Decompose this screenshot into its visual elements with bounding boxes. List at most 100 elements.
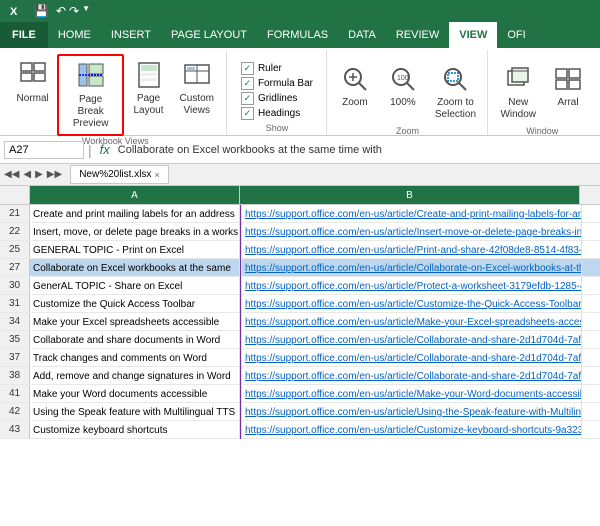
workbook-views-group: Normal Page BreakPreview (4, 50, 227, 135)
undo-icon[interactable]: ↶ (56, 4, 66, 18)
zoom-to-selection-button[interactable]: Zoom toSelection (428, 58, 483, 126)
tab-data[interactable]: DATA (338, 22, 386, 48)
new-window-icon (502, 63, 534, 95)
zoom-button[interactable]: Zoom (332, 58, 378, 126)
tab-home[interactable]: HOME (48, 22, 101, 48)
cell-b[interactable]: https://support.office.com/en-us/article… (242, 403, 582, 421)
cell-a[interactable]: GENERAL TOPIC - Print on Excel (30, 241, 240, 259)
col-header-b[interactable]: B (240, 186, 580, 204)
headings-checkbox[interactable] (241, 107, 254, 120)
formula-separator: | (88, 142, 92, 158)
cell-b[interactable]: https://support.office.com/en-us/article… (242, 205, 582, 223)
cell-b[interactable]: https://support.office.com/en-us/article… (242, 259, 582, 277)
zoom-label: Zoom (342, 97, 368, 109)
table-row[interactable]: 22Insert, move, or delete page breaks in… (0, 223, 600, 241)
table-row[interactable]: 35Collaborate and share documents in Wor… (0, 331, 600, 349)
zoom-to-selection-label: Zoom toSelection (435, 97, 476, 121)
row-number: 27 (0, 259, 30, 276)
cell-a[interactable]: Make your Excel spreadsheets accessible (30, 313, 240, 331)
table-row[interactable]: 37Track changes and comments on Wordhttp… (0, 349, 600, 367)
cell-a[interactable]: Insert, move, or delete page breaks in a… (30, 223, 240, 241)
table-row[interactable]: 38Add, remove and change signatures in W… (0, 367, 600, 385)
window-group: NewWindow Arral Window (488, 50, 596, 135)
cell-b[interactable]: https://support.office.com/en-us/article… (242, 313, 582, 331)
zoom-group: Zoom 100 100% (327, 50, 488, 135)
sheet-nav-first[interactable]: ◀◀ (4, 169, 19, 180)
table-row[interactable]: 27Collaborate on Excel workbooks at the … (0, 259, 600, 277)
formula-bar-checkbox-row[interactable]: Formula Bar (241, 77, 313, 90)
table-row[interactable]: 25GENERAL TOPIC - Print on Excelhttps://… (0, 241, 600, 259)
headings-checkbox-row[interactable]: Headings (241, 107, 313, 120)
page-break-preview-button[interactable]: Page BreakPreview (57, 54, 124, 136)
sheet-tab-close[interactable]: × (154, 170, 159, 180)
custom-views-icon (181, 59, 213, 91)
cell-a[interactable]: Create and print mailing labels for an a… (30, 205, 240, 223)
row-number: 42 (0, 403, 30, 420)
zoom-buttons: Zoom 100 100% (332, 54, 483, 126)
col-header-a[interactable]: A (30, 186, 240, 204)
cell-b[interactable]: https://support.office.com/en-us/article… (242, 349, 582, 367)
cell-a[interactable]: Add, remove and change signatures in Wor… (30, 367, 240, 385)
tab-formulas[interactable]: FORMULAS (257, 22, 338, 48)
formula-input[interactable] (118, 144, 596, 156)
sheet-nav-last[interactable]: ▶▶ (47, 169, 62, 180)
cell-b[interactable]: https://support.office.com/en-us/article… (242, 223, 582, 241)
redo-icon[interactable]: ↷ (69, 4, 79, 18)
row-number: 43 (0, 421, 30, 438)
tab-insert[interactable]: INSERT (101, 22, 161, 48)
cell-a[interactable]: Track changes and comments on Word (30, 349, 240, 367)
row-number: 25 (0, 241, 30, 258)
tab-ofi[interactable]: OFI (497, 22, 535, 48)
sheet-nav-next[interactable]: ▶ (35, 169, 43, 180)
cell-b[interactable]: https://support.office.com/en-us/article… (242, 367, 582, 385)
cell-b[interactable]: https://support.office.com/en-us/article… (242, 421, 582, 439)
table-row[interactable]: 43Customize keyboard shortcutshttps://su… (0, 421, 600, 439)
cell-a[interactable]: Using the Speak feature with Multilingua… (30, 403, 240, 421)
cell-a[interactable]: Make your Word documents accessible (30, 385, 240, 403)
custom-views-button[interactable]: CustomViews (173, 54, 220, 122)
cell-a[interactable]: Customize the Quick Access Toolbar (30, 295, 240, 313)
sheet-nav-prev[interactable]: ◀ (23, 169, 31, 180)
tab-page-layout[interactable]: PAGE LAYOUT (161, 22, 257, 48)
custom-views-label: CustomViews (180, 93, 214, 117)
hundred-percent-button[interactable]: 100 100% (380, 58, 426, 126)
arrange-button[interactable]: Arral (545, 58, 591, 126)
table-row[interactable]: 21Create and print mailing labels for an… (0, 205, 600, 223)
gridlines-checkbox-row[interactable]: Gridlines (241, 92, 313, 105)
tab-bar: ◀◀ ◀ ▶ ▶▶ New%20list.xlsx × (0, 164, 600, 186)
normal-view-button[interactable]: Normal (10, 54, 55, 110)
cell-b[interactable]: https://support.office.com/en-us/article… (242, 241, 582, 259)
ruler-checkbox[interactable] (241, 62, 254, 75)
table-row[interactable]: 34Make your Excel spreadsheets accessibl… (0, 313, 600, 331)
save-icon[interactable]: 💾 (34, 4, 49, 18)
cell-a[interactable]: Collaborate and share documents in Word (30, 331, 240, 349)
spreadsheet: A B 21Create and print mailing labels fo… (0, 186, 600, 526)
row-number: 34 (0, 313, 30, 330)
table-row[interactable]: 42Using the Speak feature with Multiling… (0, 403, 600, 421)
name-box[interactable] (4, 141, 84, 159)
zoom-icon (339, 63, 371, 95)
sheet-tab-new-list[interactable]: New%20list.xlsx × (70, 165, 169, 184)
gridlines-checkbox[interactable] (241, 92, 254, 105)
cell-b[interactable]: https://support.office.com/en-us/article… (242, 295, 582, 313)
new-window-button[interactable]: NewWindow (493, 58, 543, 126)
row-number: 22 (0, 223, 30, 240)
show-checkboxes: Ruler Formula Bar Gridlines Headings (241, 54, 313, 120)
ruler-checkbox-row[interactable]: Ruler (241, 62, 313, 75)
row-number: 41 (0, 385, 30, 402)
cell-a[interactable]: Collaborate on Excel workbooks at the sa… (30, 259, 240, 277)
table-row[interactable]: 31Customize the Quick Access Toolbarhttp… (0, 295, 600, 313)
table-row[interactable]: 41Make your Word documents accessiblehtt… (0, 385, 600, 403)
tab-review[interactable]: REVIEW (386, 22, 449, 48)
cell-a[interactable]: Customize keyboard shortcuts (30, 421, 240, 439)
cell-a[interactable]: GenerAL TOPIC - Share on Excel (30, 277, 240, 295)
cell-b[interactable]: https://support.office.com/en-us/article… (242, 277, 582, 295)
cell-b[interactable]: https://support.office.com/en-us/article… (242, 331, 582, 349)
tab-view[interactable]: VIEW (449, 22, 497, 48)
tab-file[interactable]: FILE (0, 22, 48, 48)
table-row[interactable]: 30GenerAL TOPIC - Share on Excelhttps://… (0, 277, 600, 295)
formula-bar-checkbox[interactable] (241, 77, 254, 90)
redo-dropdown-icon[interactable]: ▼ (82, 4, 90, 18)
cell-b[interactable]: https://support.office.com/en-us/article… (242, 385, 582, 403)
page-layout-button[interactable]: PageLayout (126, 54, 171, 122)
